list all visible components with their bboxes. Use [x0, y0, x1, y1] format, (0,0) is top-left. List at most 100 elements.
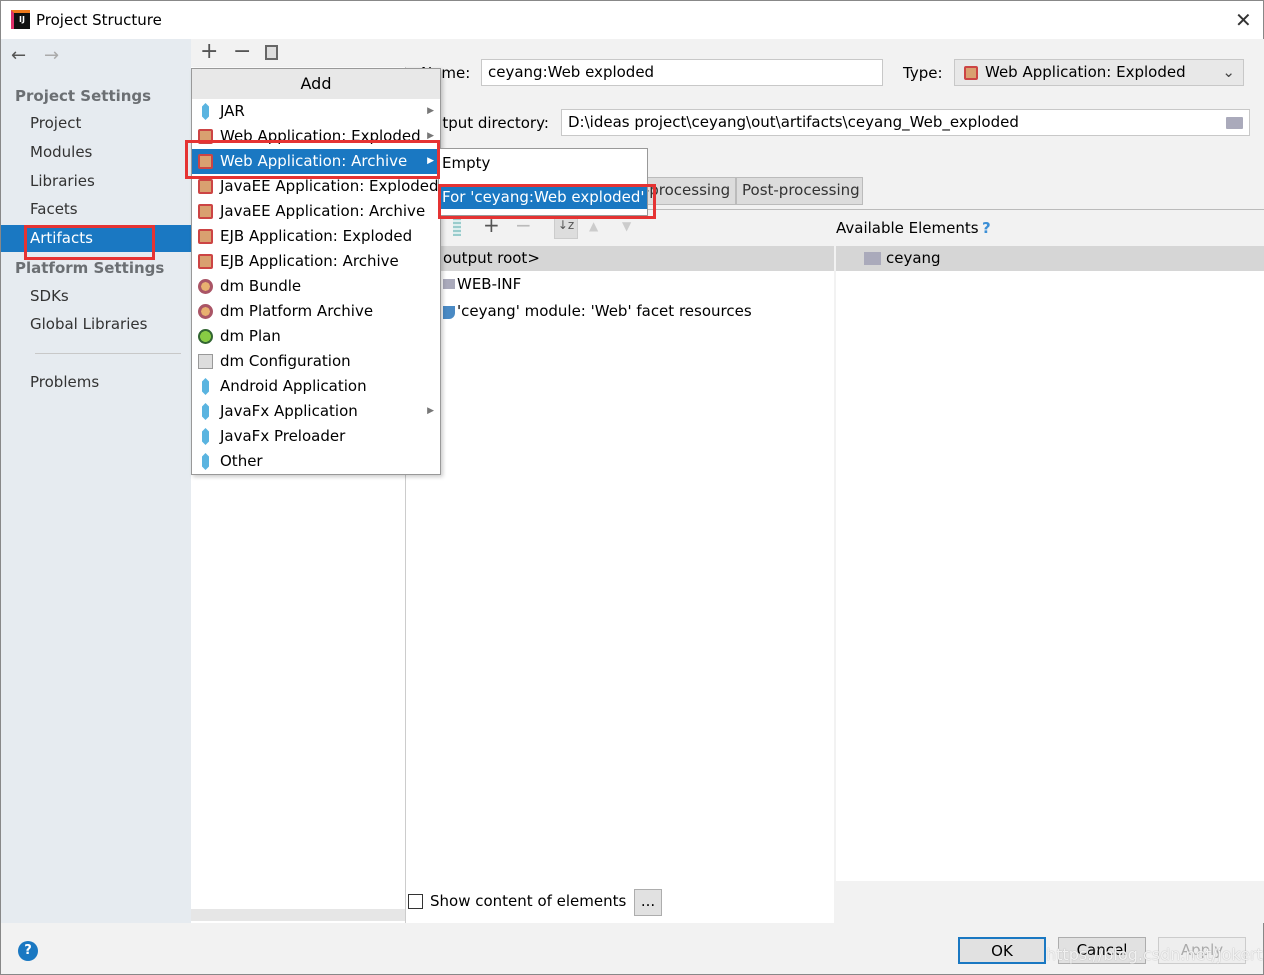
tree-row-output-root[interactable]: output root> — [406, 246, 834, 271]
available-elements-label: Available Elements — [836, 219, 979, 237]
menu-item-dm-bundle[interactable]: dm Bundle — [192, 274, 440, 299]
ejb-icon — [198, 229, 213, 244]
menu-item-dm-plan[interactable]: dm Plan — [192, 324, 440, 349]
platform-settings-header: Platform Settings — [15, 259, 165, 277]
jar-icon — [197, 403, 214, 420]
menu-item-label: JavaEE Application: Exploded — [220, 177, 439, 195]
sidebar-item-facets[interactable]: Facets — [30, 200, 78, 218]
intellij-logo-icon: IJ — [11, 10, 30, 29]
menu-item-label: dm Plan — [220, 327, 281, 345]
jar-icon — [197, 428, 214, 445]
menu-item-javaee-application-archive[interactable]: JavaEE Application: Archive — [192, 199, 440, 224]
menu-item-dm-configuration[interactable]: dm Configuration — [192, 349, 440, 374]
type-label: Type: — [903, 64, 943, 82]
more-button[interactable]: ... — [634, 889, 662, 916]
menu-item-jar[interactable]: JAR ▶ — [192, 99, 440, 124]
menu-item-label: JAR — [220, 102, 245, 120]
sidebar-item-sdks[interactable]: SDKs — [30, 287, 69, 305]
sidebar-item-problems[interactable]: Problems — [30, 373, 99, 391]
menu-item-label: JavaEE Application: Archive — [220, 202, 426, 220]
menu-item-other[interactable]: Other — [192, 449, 440, 474]
show-content-label: Show content of elements — [430, 892, 627, 910]
divider — [35, 353, 181, 354]
menu-item-label: JavaFx Application — [220, 402, 358, 420]
menu-item-label: dm Bundle — [220, 277, 302, 295]
artifact-list-toolbar: + − — [191, 39, 406, 67]
menu-item-label: Other — [220, 452, 263, 470]
remove-icon[interactable]: − — [233, 39, 251, 64]
window-title: Project Structure — [36, 11, 162, 29]
bundle-icon — [198, 304, 213, 319]
folder-browse-icon[interactable] — [1226, 117, 1243, 129]
tree-label: output root> — [443, 249, 540, 267]
config-icon — [198, 354, 213, 369]
close-icon[interactable]: ✕ — [1235, 8, 1252, 32]
watermark: https://blog.csdn.net/jokertiger — [1046, 945, 1264, 964]
bundle-icon — [198, 279, 213, 294]
menu-item-label: dm Configuration — [220, 352, 351, 370]
web-app-icon — [964, 66, 978, 80]
ok-button[interactable]: OK — [958, 937, 1046, 964]
submenu-arrow-icon: ▶ — [427, 106, 434, 116]
tree-label: ceyang — [886, 249, 941, 267]
help-icon[interactable]: ? — [982, 219, 991, 237]
jar-icon — [197, 453, 214, 470]
highlight-box — [438, 184, 656, 219]
jar-icon — [197, 103, 214, 120]
type-select[interactable]: Web Application: Exploded ⌄ — [954, 59, 1244, 86]
tab-post-processing[interactable]: Post-processing — [736, 177, 863, 205]
title-bar: IJ Project Structure ✕ — [1, 1, 1263, 39]
sidebar: ← → Project Settings Project Modules Lib… — [1, 39, 191, 923]
output-directory-input[interactable]: D:\ideas project\ceyang\out\artifacts\ce… — [561, 109, 1250, 136]
add-icon[interactable]: + — [200, 39, 218, 64]
jar-icon — [197, 378, 214, 395]
module-folder-icon — [864, 252, 881, 265]
folder-icon — [443, 279, 455, 289]
move-down-icon[interactable]: ▼ — [622, 219, 631, 233]
project-structure-window: IJ Project Structure ✕ ← → Project Setti… — [0, 0, 1264, 975]
show-content-checkbox[interactable] — [408, 894, 423, 909]
menu-item-empty[interactable]: Empty — [439, 149, 647, 177]
menu-item-label: JavaFx Preloader — [220, 427, 346, 445]
sidebar-item-global-libraries[interactable]: Global Libraries — [30, 315, 147, 333]
highlight-box — [185, 140, 440, 179]
menu-item-label: EJB Application: Archive — [220, 252, 399, 270]
help-icon[interactable]: ? — [18, 941, 38, 961]
sidebar-item-modules[interactable]: Modules — [30, 143, 92, 161]
javaee-icon — [198, 204, 213, 219]
layout-icon[interactable] — [453, 219, 461, 236]
project-settings-header: Project Settings — [15, 87, 152, 105]
javaee-icon — [198, 179, 213, 194]
menu-item-javafx-preloader[interactable]: JavaFx Preloader — [192, 424, 440, 449]
add-menu: Add JAR ▶ Web Application: Exploded ▶ Web Ap… — [191, 68, 441, 475]
move-up-icon[interactable]: ▲ — [589, 219, 598, 233]
menu-item-label: Android Application — [220, 377, 367, 395]
add-menu-title: Add — [192, 69, 440, 99]
ejb-icon — [198, 254, 213, 269]
sidebar-item-libraries[interactable]: Libraries — [30, 172, 95, 190]
menu-item-dm-platform-archive[interactable]: dm Platform Archive — [192, 299, 440, 324]
highlight-box — [24, 225, 155, 260]
copy-icon[interactable] — [265, 45, 278, 60]
type-value: Web Application: Exploded — [985, 63, 1186, 81]
chevron-down-icon: ⌄ — [1222, 63, 1235, 81]
menu-item-android-application[interactable]: Android Application — [192, 374, 440, 399]
horizontal-scrollbar[interactable] — [191, 909, 405, 921]
sidebar-item-project[interactable]: Project — [30, 114, 81, 132]
web-facet-icon — [443, 306, 455, 319]
menu-item-label: EJB Application: Exploded — [220, 227, 413, 245]
menu-item-javafx-application[interactable]: JavaFx Application ▶ — [192, 399, 440, 424]
menu-item-ejb-application-exploded[interactable]: EJB Application: Exploded — [192, 224, 440, 249]
menu-item-label: dm Platform Archive — [220, 302, 374, 320]
name-input[interactable]: ceyang:Web exploded — [481, 59, 883, 86]
menu-item-ejb-application-archive[interactable]: EJB Application: Archive — [192, 249, 440, 274]
tree-row-facet-resources[interactable]: 'ceyang' module: 'Web' facet resources — [457, 302, 752, 320]
output-layout-tree: output root> WEB-INF 'ceyang' module: 'W… — [406, 246, 834, 923]
available-elements-tree: ceyang — [836, 246, 1264, 881]
tree-row-ceyang[interactable]: ceyang — [836, 246, 1264, 271]
tree-row-web-inf[interactable]: WEB-INF — [457, 275, 521, 293]
submenu-arrow-icon: ▶ — [427, 406, 434, 416]
back-icon[interactable]: ← — [11, 45, 26, 66]
sort-icon[interactable]: ↓z — [554, 217, 578, 239]
forward-icon[interactable]: → — [44, 45, 59, 66]
